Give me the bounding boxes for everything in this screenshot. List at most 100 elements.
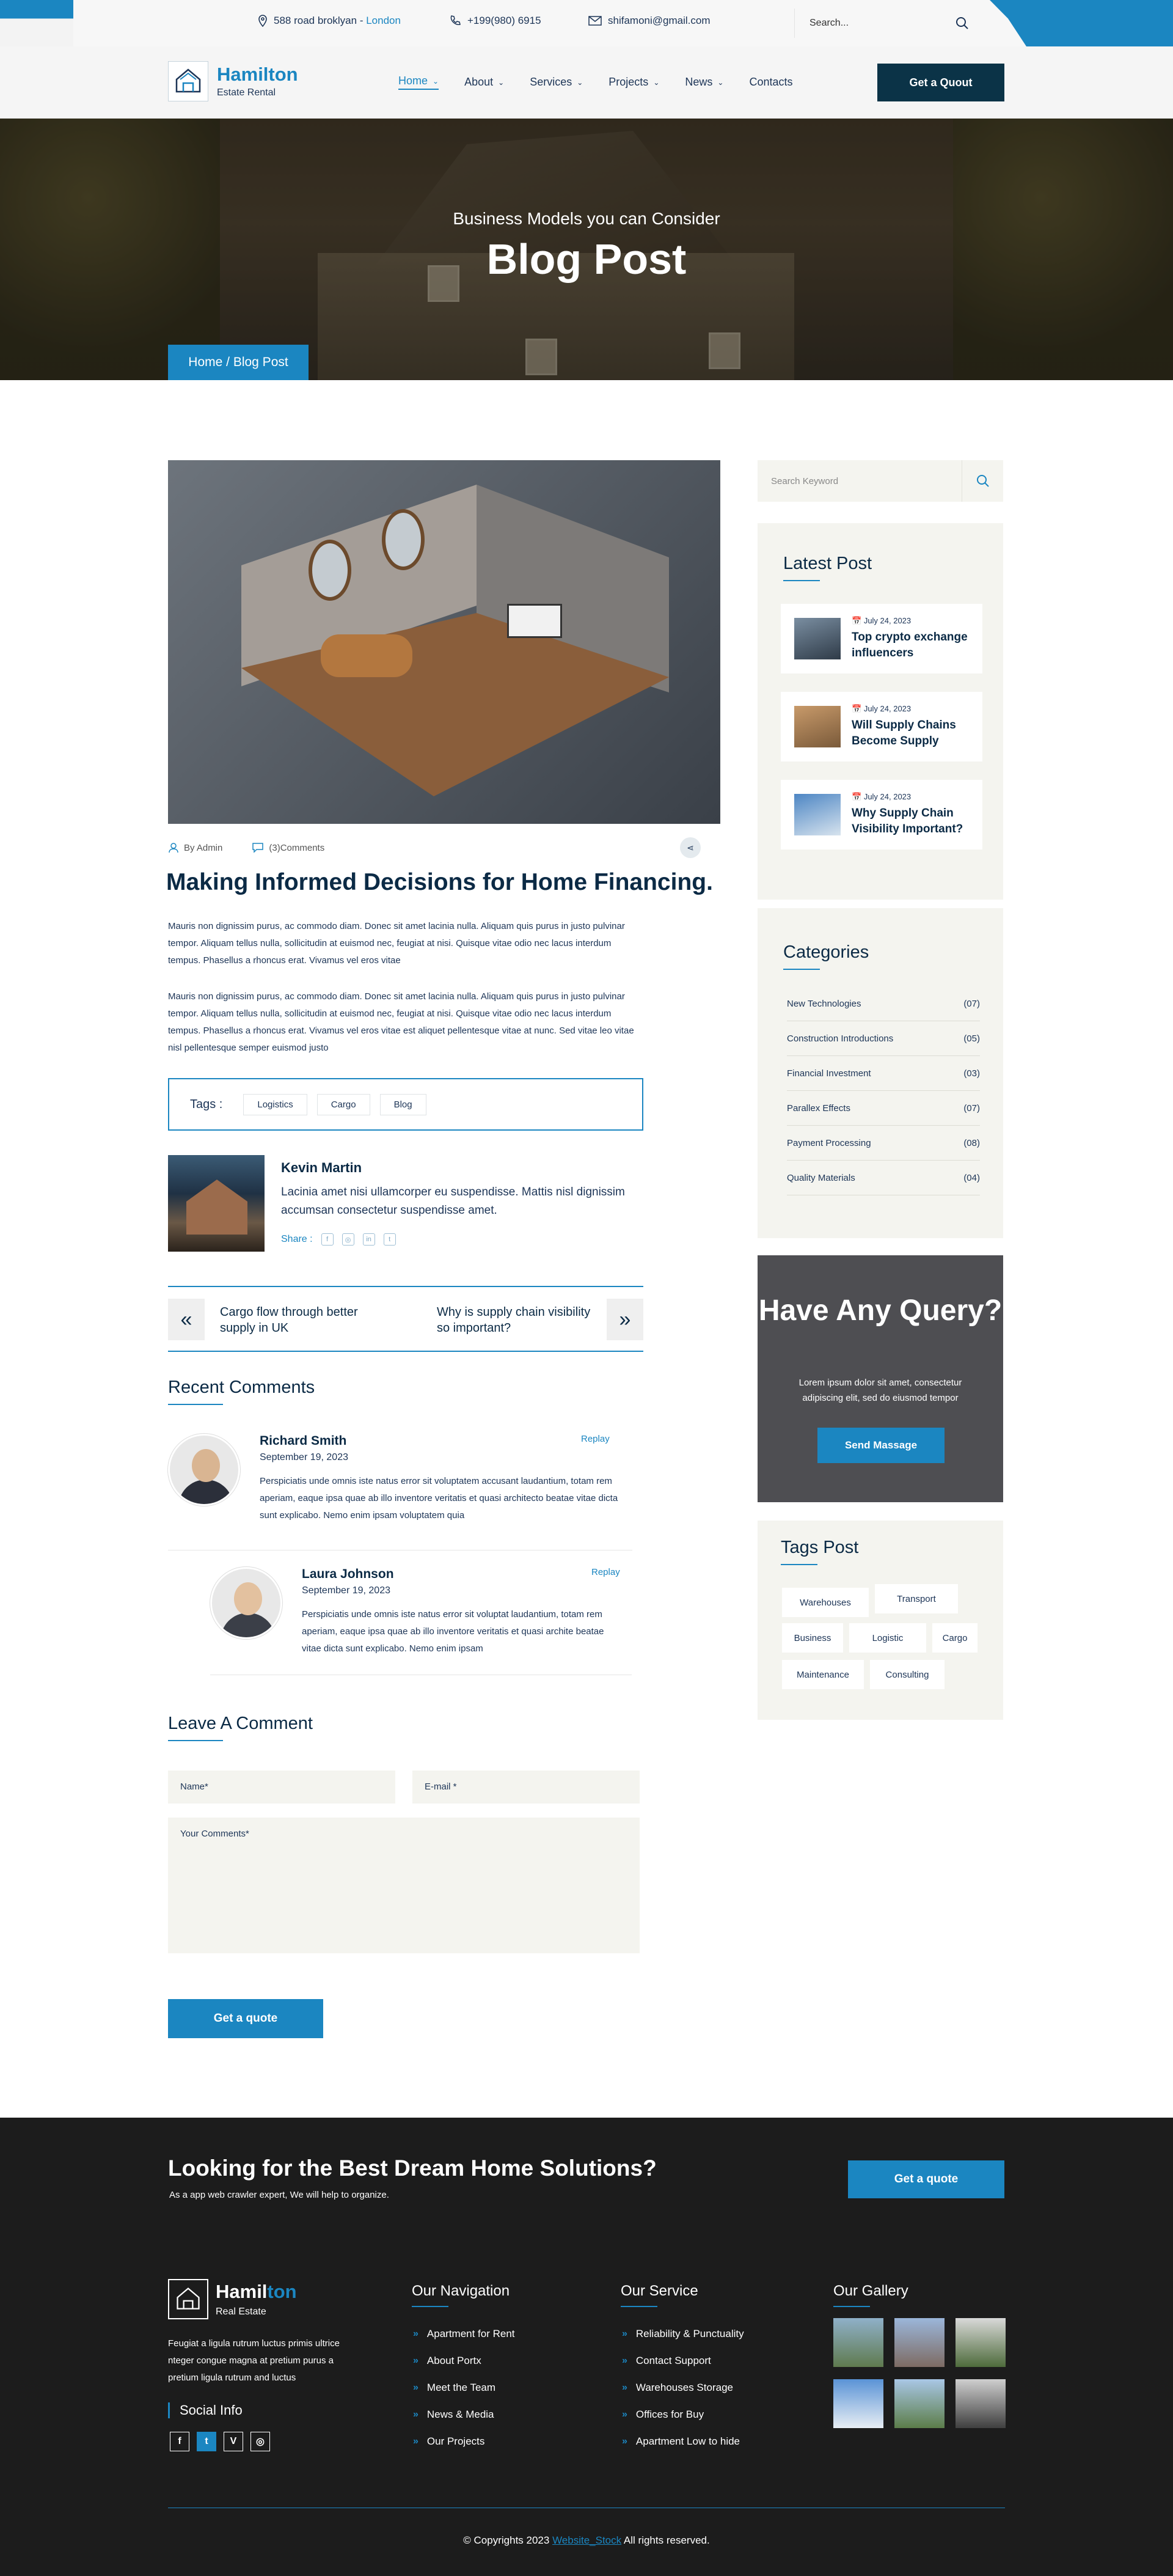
category-item[interactable]: Financial Investment (03) xyxy=(787,1056,980,1091)
address-city[interactable]: London xyxy=(366,15,401,26)
instagram-icon[interactable]: ◎ xyxy=(342,1233,354,1246)
tag-chip[interactable]: Business xyxy=(782,1623,843,1653)
search-icon[interactable] xyxy=(956,17,969,30)
gallery-image[interactable] xyxy=(833,2318,883,2367)
site-logo[interactable]: Hamilton Estate Rental xyxy=(168,61,298,101)
footer-service-title: Our Service xyxy=(621,2283,698,2299)
footer-service-link[interactable]: » Apartment Low to hide xyxy=(622,2435,740,2448)
footer-service-link[interactable]: » Offices for Buy xyxy=(622,2409,704,2421)
tag-chip[interactable]: Cargo xyxy=(316,1093,370,1115)
tag-chip[interactable]: Warehouses xyxy=(782,1588,869,1617)
twitter-icon[interactable]: t xyxy=(197,2432,216,2451)
post-author[interactable]: By Admin xyxy=(168,842,222,853)
chevron-down-icon: ⌄ xyxy=(577,78,583,87)
tag-chip[interactable]: Transport xyxy=(875,1584,958,1613)
phone-info[interactable]: +199(980) 6915 xyxy=(449,15,541,27)
double-chevron-icon: » xyxy=(413,2436,418,2446)
nav-home[interactable]: Home ⌄ xyxy=(398,75,439,90)
tags-post-title: Tags Post xyxy=(781,1538,859,1557)
top-bar: 588 road broklyan - London +199(980) 691… xyxy=(0,0,1173,46)
tv xyxy=(507,604,562,638)
email-field[interactable]: E-mail * xyxy=(412,1771,640,1804)
tag-chip[interactable]: Blog xyxy=(379,1093,426,1115)
post-title: Top crypto exchange influencers xyxy=(852,631,968,659)
copyright-link[interactable]: Website_Stock xyxy=(552,2534,621,2546)
post-date: 📅 July 24, 2023 xyxy=(852,704,912,713)
footer-logo[interactable]: Hamilton Real Estate xyxy=(168,2279,297,2319)
post-comments-count[interactable]: (3)Comments xyxy=(252,842,324,853)
gallery-image[interactable] xyxy=(894,2318,945,2367)
linkedin-icon[interactable]: in xyxy=(362,1233,375,1246)
search-icon[interactable] xyxy=(962,460,1003,502)
tag-chip[interactable]: Maintenance xyxy=(782,1660,864,1689)
gallery-image[interactable] xyxy=(956,2379,1006,2428)
sidebar-search-placeholder: Search Keyword xyxy=(771,475,839,486)
nav-contacts[interactable]: Contacts xyxy=(749,75,792,90)
latest-post-item[interactable]: 📅 July 24, 2023 Will Supply Chains Becom… xyxy=(781,692,982,761)
instagram-icon[interactable]: ◎ xyxy=(250,2432,270,2451)
comment-item: Laura Johnson September 19, 2023 Perspic… xyxy=(210,1567,632,1659)
next-post-title[interactable]: Why is supply chain visibility so import… xyxy=(437,1304,596,1336)
main-content: By Admin (3)Comments ⋖ Making Informed D… xyxy=(0,380,1173,2118)
footer-service-link[interactable]: » Warehouses Storage xyxy=(622,2382,733,2394)
tag-chip[interactable]: Logistics xyxy=(243,1093,307,1115)
author-photo xyxy=(168,1155,265,1252)
latest-post-item[interactable]: 📅 July 24, 2023 Why Supply Chain Visibil… xyxy=(781,780,982,849)
submit-quote-button[interactable]: Get a quote xyxy=(168,1999,323,2038)
sidebar-search-input[interactable]: Search Keyword xyxy=(758,460,1003,502)
facebook-icon[interactable]: f xyxy=(170,2432,189,2451)
footer-logo-subtitle: Real Estate xyxy=(216,2306,266,2317)
prev-arrow-icon[interactable]: « xyxy=(168,1299,205,1340)
facebook-icon[interactable]: f xyxy=(321,1233,334,1246)
round-window xyxy=(309,540,351,601)
breadcrumb[interactable]: Home / Blog Post xyxy=(168,345,309,380)
category-item[interactable]: Parallex Effects (07) xyxy=(787,1091,980,1126)
post-date: 📅 July 24, 2023 xyxy=(852,616,912,625)
nav-about[interactable]: About ⌄ xyxy=(464,75,504,90)
tag-chip[interactable]: Consulting xyxy=(870,1660,945,1689)
hero-subtitle: Business Models you can Consider xyxy=(453,209,720,228)
footer-nav-link[interactable]: » Our Projects xyxy=(413,2435,484,2448)
twitter-icon[interactable]: t xyxy=(383,1233,396,1246)
footer-service-link[interactable]: » Reliability & Punctuality xyxy=(622,2328,744,2340)
footer-gallery-heading: Our Gallery xyxy=(833,2283,908,2307)
author-bio: Lacinia amet nisi ullamcorper eu suspend… xyxy=(281,1186,625,1217)
category-item[interactable]: Construction Introductions (05) xyxy=(787,1021,980,1056)
reply-link[interactable]: Replay xyxy=(591,1567,620,1577)
reply-link[interactable]: Replay xyxy=(581,1434,610,1444)
email-info[interactable]: shifamoni@gmail.com xyxy=(588,15,710,27)
name-field[interactable]: Name* xyxy=(168,1771,395,1804)
nav-services[interactable]: Services ⌄ xyxy=(530,75,583,90)
comment-item: Richard Smith September 19, 2023 Perspic… xyxy=(168,1434,632,1525)
send-message-button[interactable]: Send Massage xyxy=(817,1428,945,1463)
footer-nav-link[interactable]: » Apartment for Rent xyxy=(413,2328,515,2340)
footer-quote-button[interactable]: Get a quote xyxy=(848,2160,1004,2198)
share-label: Share : xyxy=(281,1234,313,1244)
query-panel: Have Any Query? Lorem ipsum dolor sit am… xyxy=(758,1255,1003,1502)
copyright: © Copyrights 2023 Website_Stock All righ… xyxy=(463,2534,710,2546)
footer-nav-link[interactable]: » News & Media xyxy=(413,2409,494,2421)
category-item[interactable]: Quality Materials (04) xyxy=(787,1161,980,1195)
footer-service-link[interactable]: » Contact Support xyxy=(622,2355,711,2367)
gallery-image[interactable] xyxy=(894,2379,945,2428)
leave-comment-title: Leave A Comment xyxy=(168,1714,313,1733)
share-icon[interactable]: ⋖ xyxy=(680,837,701,858)
category-item[interactable]: Payment Processing (08) xyxy=(787,1126,980,1161)
tag-chip[interactable]: Cargo xyxy=(932,1623,978,1653)
gallery-image[interactable] xyxy=(833,2379,883,2428)
nav-projects[interactable]: Projects ⌄ xyxy=(608,75,659,90)
vimeo-icon[interactable]: V xyxy=(224,2432,243,2451)
top-search-input[interactable]: Search... xyxy=(794,9,984,38)
next-arrow-icon[interactable]: » xyxy=(607,1299,643,1340)
footer-nav-link[interactable]: » About Portx xyxy=(413,2355,481,2367)
footer-nav-link[interactable]: » Meet the Team xyxy=(413,2382,495,2394)
get-quote-button[interactable]: Get a Quout xyxy=(877,64,1004,101)
comments-textarea[interactable]: Your Comments* xyxy=(168,1818,640,1953)
category-item[interactable]: New Technologies (07) xyxy=(787,986,980,1021)
latest-post-item[interactable]: 📅 July 24, 2023 Top crypto exchange infl… xyxy=(781,604,982,673)
gallery-image[interactable] xyxy=(956,2318,1006,2367)
tag-chip[interactable]: Logistic xyxy=(849,1623,926,1653)
tags-label: Tags : xyxy=(190,1097,223,1111)
nav-news[interactable]: News ⌄ xyxy=(685,75,723,90)
prev-post-title[interactable]: Cargo flow through better supply in UK xyxy=(220,1304,379,1336)
